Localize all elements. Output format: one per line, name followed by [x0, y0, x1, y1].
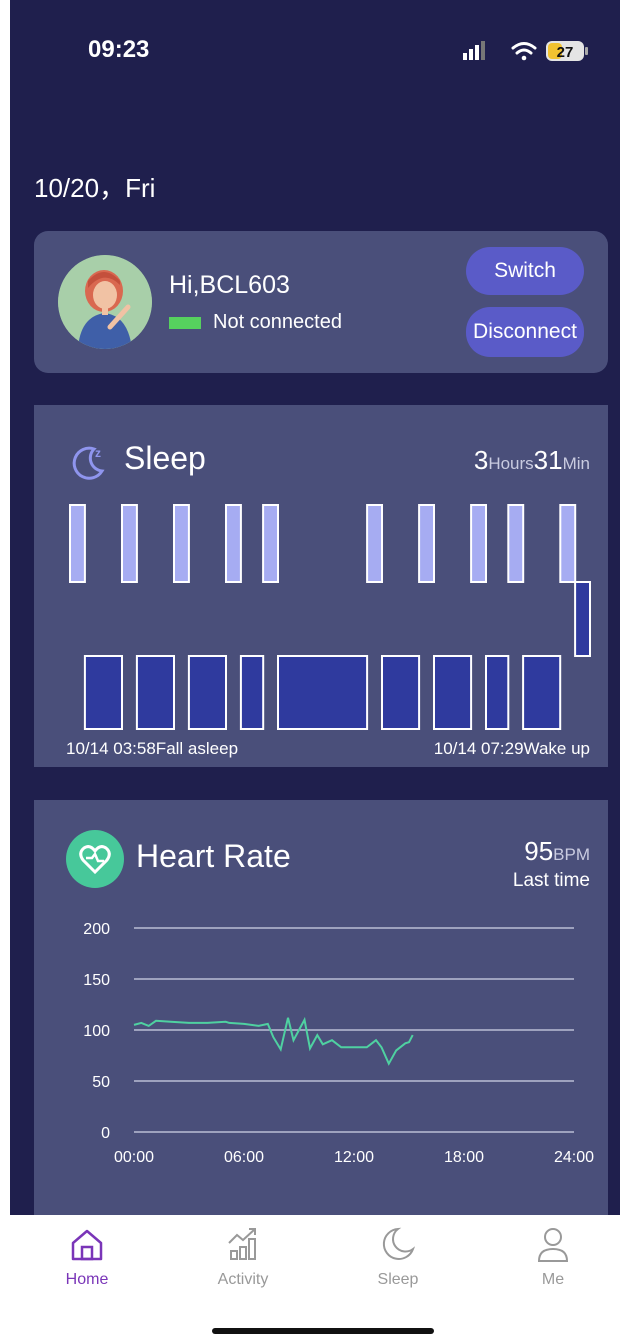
sleep-segment-light [366, 504, 384, 583]
moon-icon: z [72, 446, 105, 480]
sleep-segment-awake [574, 581, 591, 657]
activity-icon [228, 1228, 256, 1260]
heart-rate-line [133, 1016, 414, 1066]
person-icon [537, 1228, 569, 1262]
sleep-segment-light [69, 504, 86, 583]
bpm-unit: BPM [553, 845, 590, 864]
connection-status-label: Not connected [213, 311, 342, 333]
sleep-card[interactable]: z Sleep 3Hours31Min 10/14 03:58Fall asle… [34, 405, 608, 767]
x-tick-label: 18:00 [444, 1149, 484, 1166]
profile-card: Hi,BCL603 Not connected Switch Disconnec… [34, 231, 608, 373]
sleep-end: 10/14 07:29Wake up [433, 739, 590, 758]
connection-status: Not connected [169, 311, 342, 334]
tab-home[interactable]: Home [32, 1225, 142, 1289]
user-illustration-icon [58, 255, 152, 349]
y-tick-label: 200 [83, 921, 110, 938]
user-greeting: Hi,BCL603 [169, 271, 290, 299]
sleep-title: Sleep [124, 440, 206, 476]
heart-rate-value: 95BPM [524, 836, 590, 867]
date-label: 10/20，Fri [34, 173, 156, 203]
home-icon [71, 1229, 103, 1261]
sleep-segment-deep [433, 655, 473, 730]
x-tick-label: 24:00 [554, 1149, 594, 1166]
status-indicator [169, 316, 201, 329]
y-tick-label: 0 [101, 1125, 110, 1142]
svg-text:z: z [95, 446, 101, 460]
tab-activity-label: Activity [217, 1271, 269, 1288]
tab-sleep-label: Sleep [377, 1271, 419, 1288]
sleep-start: 10/14 03:58Fall asleep [66, 739, 239, 758]
x-tick-label: 00:00 [114, 1149, 154, 1166]
bpm-number: 95 [524, 836, 554, 866]
status-time: 09:23 [88, 36, 150, 63]
tab-bar: Home Activity Sleep Me [10, 1215, 620, 1334]
tab-me-label: Me [541, 1271, 565, 1288]
app-screen: 09:23 27 10/20，Fri Hi,BCL603 Not connect… [10, 0, 620, 1215]
sleep-segment-deep [239, 655, 265, 730]
sleep-stage-chart [69, 504, 591, 730]
sleep-duration: 3Hours31Min [474, 445, 590, 476]
y-tick-label: 150 [83, 972, 110, 989]
sleep-segment-deep [83, 655, 123, 730]
heart-rate-card[interactable]: Heart Rate 95BPM Last time 200 150 100 50 0 0… [34, 800, 608, 1215]
y-tick-label: 50 [92, 1074, 110, 1091]
moon-icon [382, 1227, 416, 1260]
tab-home-label: Home [65, 1271, 109, 1288]
sleep-segment-deep [381, 655, 421, 730]
minutes-unit: Min [562, 454, 590, 473]
tab-sleep[interactable]: Sleep [343, 1225, 453, 1289]
sleep-segment-light [121, 504, 138, 583]
disconnect-button[interactable]: Disconnect [466, 307, 584, 357]
hours-unit: Hours [488, 454, 534, 473]
sleep-segment-deep [187, 655, 227, 730]
avatar[interactable] [58, 255, 152, 349]
battery-icon: 27 [546, 41, 588, 61]
sleep-segment-deep [277, 655, 369, 730]
wifi-icon [511, 42, 537, 61]
sleep-hours: 3 [473, 445, 489, 475]
sleep-segment-deep [135, 655, 175, 730]
x-tick-label: 12:00 [334, 1149, 374, 1166]
sleep-segment-light [559, 504, 577, 583]
sleep-segment-light [262, 504, 280, 583]
sleep-segment-light [418, 504, 436, 583]
sleep-segment-light [225, 504, 242, 583]
home-indicator [212, 1328, 434, 1334]
sleep-segment-light [507, 504, 525, 583]
signal-icon [463, 41, 485, 60]
heart-rate-icon [66, 830, 124, 888]
sleep-minutes: 31 [533, 445, 563, 475]
switch-button[interactable]: Switch [466, 247, 584, 295]
sleep-segment-deep [485, 655, 510, 730]
heart-rate-chart: 200 150 100 50 000:00 06:00 12:00 18:00 24:00 [83, 921, 594, 1166]
status-icons: 27 [463, 41, 588, 61]
heart-rate-title: Heart Rate [136, 838, 291, 874]
x-tick-label: 06:00 [224, 1149, 264, 1166]
sleep-segment-light [173, 504, 190, 583]
sleep-segment-deep [522, 655, 562, 730]
tab-activity[interactable]: Activity [188, 1225, 298, 1289]
y-tick-label: 100 [83, 1023, 110, 1040]
sleep-segment-light [470, 504, 488, 583]
heart-rate-subtitle: Last time [512, 870, 590, 891]
battery-level: 27 [557, 44, 574, 61]
tab-me[interactable]: Me [498, 1225, 608, 1289]
